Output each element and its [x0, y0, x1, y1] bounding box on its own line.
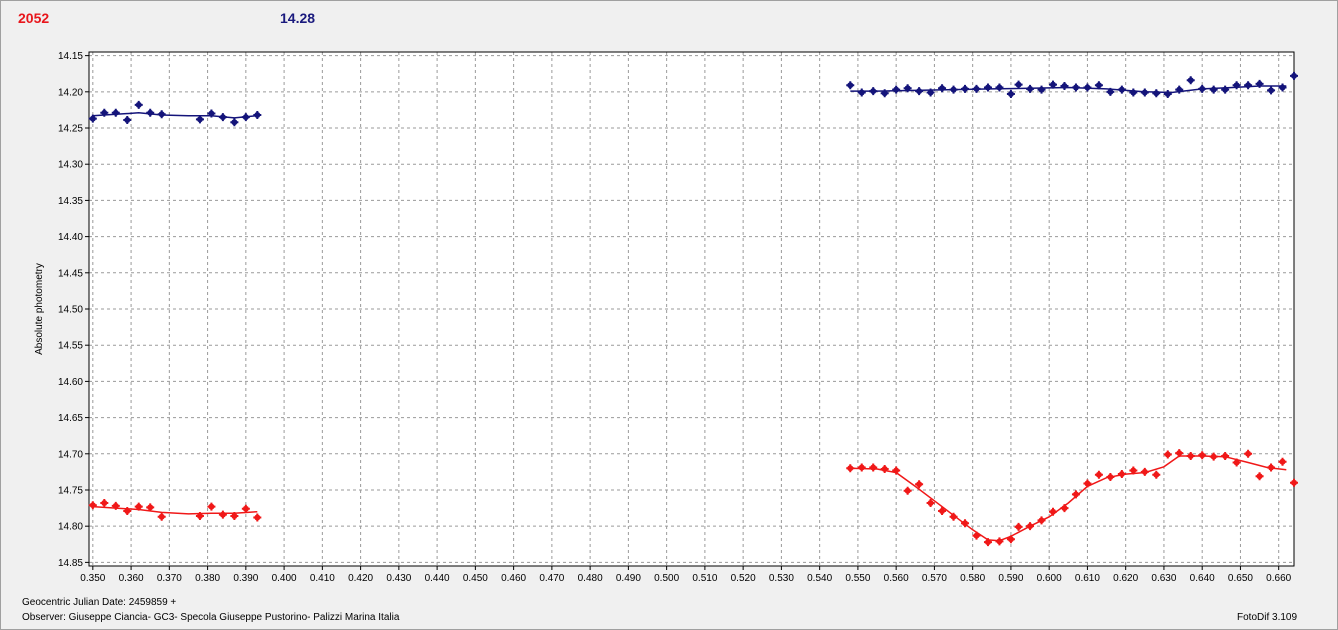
software-label: FotoDif 3.109 [1237, 612, 1298, 623]
x-tick-label: 0.430 [386, 573, 411, 584]
photometry-chart: 0.350 0.360 0.370 0.380 0.390 0.400 0.410 0.420… [34, 51, 1298, 584]
x-tick-label: 0.490 [616, 573, 641, 584]
x-tick-label: 0.530 [769, 573, 794, 584]
x-tick-label: 0.550 [845, 573, 870, 584]
y-axis-label: Absolute photometry [34, 263, 45, 355]
x-tick-label: 0.510 [692, 573, 717, 584]
x-tick-label: 0.660 [1266, 573, 1291, 584]
y-tick-label: 14.80 [58, 522, 83, 533]
x-tick-label: 0.580 [960, 573, 985, 584]
x-tick-label: 0.400 [272, 573, 297, 584]
x-tick-label: 0.650 [1228, 573, 1253, 584]
x-tick-label: 0.360 [119, 573, 144, 584]
y-tick-label: 14.60 [58, 377, 83, 388]
x-tick-label: 0.420 [348, 573, 373, 584]
observer-label: Observer: Giuseppe Ciancia- GC3- Specola… [22, 612, 400, 623]
y-tick-label: 14.35 [58, 196, 83, 207]
julian-date-label: Geocentric Julian Date: 2459859 + [22, 597, 177, 608]
y-tick-label: 14.15 [58, 51, 83, 62]
y-tick-label: 14.65 [58, 413, 83, 424]
x-tick-label: 0.470 [539, 573, 564, 584]
x-tick-label: 0.590 [998, 573, 1023, 584]
x-tick-label: 0.380 [195, 573, 220, 584]
y-tick-label: 14.25 [58, 124, 83, 135]
y-tick-label: 14.75 [58, 485, 83, 496]
x-tick-label: 0.560 [884, 573, 909, 584]
x-tick-label: 0.640 [1190, 573, 1215, 584]
y-tick-label: 14.50 [58, 305, 83, 316]
x-tick-label: 0.630 [1151, 573, 1176, 584]
y-tick-label: 14.55 [58, 341, 83, 352]
y-tick-label: 14.40 [58, 232, 83, 243]
y-tick-label: 14.45 [58, 268, 83, 279]
x-tick-label: 0.450 [463, 573, 488, 584]
x-tick-label: 0.350 [80, 573, 105, 584]
y-tick-label: 14.85 [58, 558, 83, 569]
y-tick-label: 14.70 [58, 449, 83, 460]
x-tick-label: 0.610 [1075, 573, 1100, 584]
x-tick-label: 0.390 [233, 573, 258, 584]
x-tick-label: 0.480 [578, 573, 603, 584]
x-tick-label: 0.600 [1037, 573, 1062, 584]
x-tick-label: 0.410 [310, 573, 335, 584]
x-tick-label: 0.500 [654, 573, 679, 584]
x-tick-label: 0.620 [1113, 573, 1138, 584]
x-tick-label: 0.520 [731, 573, 756, 584]
x-tick-label: 0.440 [425, 573, 450, 584]
y-tick-label: 14.20 [58, 87, 83, 98]
x-tick-label: 0.570 [922, 573, 947, 584]
x-tick-label: 0.460 [501, 573, 526, 584]
x-tick-label: 0.370 [157, 573, 182, 584]
y-tick-label: 14.30 [58, 160, 83, 171]
x-tick-label: 0.540 [807, 573, 832, 584]
